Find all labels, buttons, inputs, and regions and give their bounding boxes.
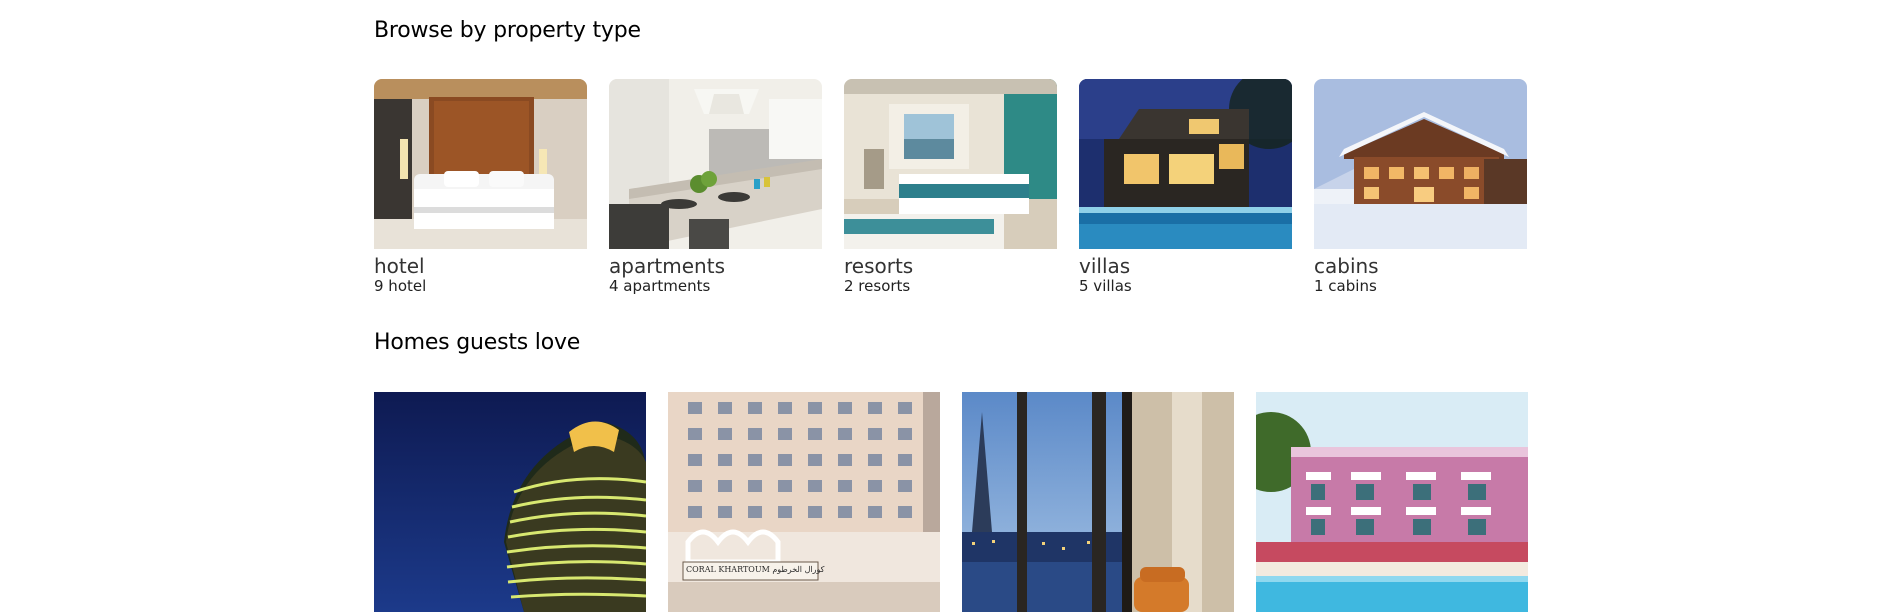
property-type-count: 2 resorts	[844, 277, 911, 295]
property-type-name: cabins	[1314, 254, 1379, 278]
property-type-card-villas[interactable]: villas 5 villas	[1079, 79, 1292, 295]
property-type-name: villas	[1079, 254, 1131, 278]
resorts-image[interactable]	[844, 79, 1057, 249]
property-type-count: 5 villas	[1079, 277, 1132, 295]
cabins-image[interactable]	[1314, 79, 1527, 249]
home-card-image[interactable]: CORAL KHARTOUM كورال الخرطوم	[668, 392, 940, 612]
home-card-image[interactable]	[1256, 392, 1528, 612]
property-type-card-apartments[interactable]: apartments 4 apartments	[609, 79, 822, 295]
property-type-card-cabins[interactable]: cabins 1 cabins	[1314, 79, 1527, 295]
villas-image[interactable]	[1079, 79, 1292, 249]
hotel-image[interactable]	[374, 79, 587, 249]
homes-list: CORAL KHARTOUM كورال الخرطوم	[374, 392, 1528, 612]
browse-by-property-type-heading: Browse by property type	[374, 18, 641, 43]
property-type-name: apartments	[609, 254, 725, 278]
hotel-sign-text: CORAL KHARTOUM كورال الخرطوم	[686, 565, 825, 574]
property-type-card-hotel[interactable]: hotel 9 hotel	[374, 79, 587, 295]
property-type-count: 1 cabins	[1314, 277, 1377, 295]
home-card-image[interactable]	[962, 392, 1234, 612]
property-type-count: 4 apartments	[609, 277, 711, 295]
home-card-image[interactable]	[374, 392, 646, 612]
property-type-list: hotel 9 hotel apartments 4 apartments re…	[374, 79, 1527, 295]
property-type-count: 9 hotel	[374, 277, 427, 295]
homes-guests-love-heading: Homes guests love	[374, 330, 581, 355]
property-type-name: hotel	[374, 254, 425, 278]
apartments-image[interactable]	[609, 79, 822, 249]
property-type-card-resorts[interactable]: resorts 2 resorts	[844, 79, 1057, 295]
property-type-name: resorts	[844, 254, 914, 278]
